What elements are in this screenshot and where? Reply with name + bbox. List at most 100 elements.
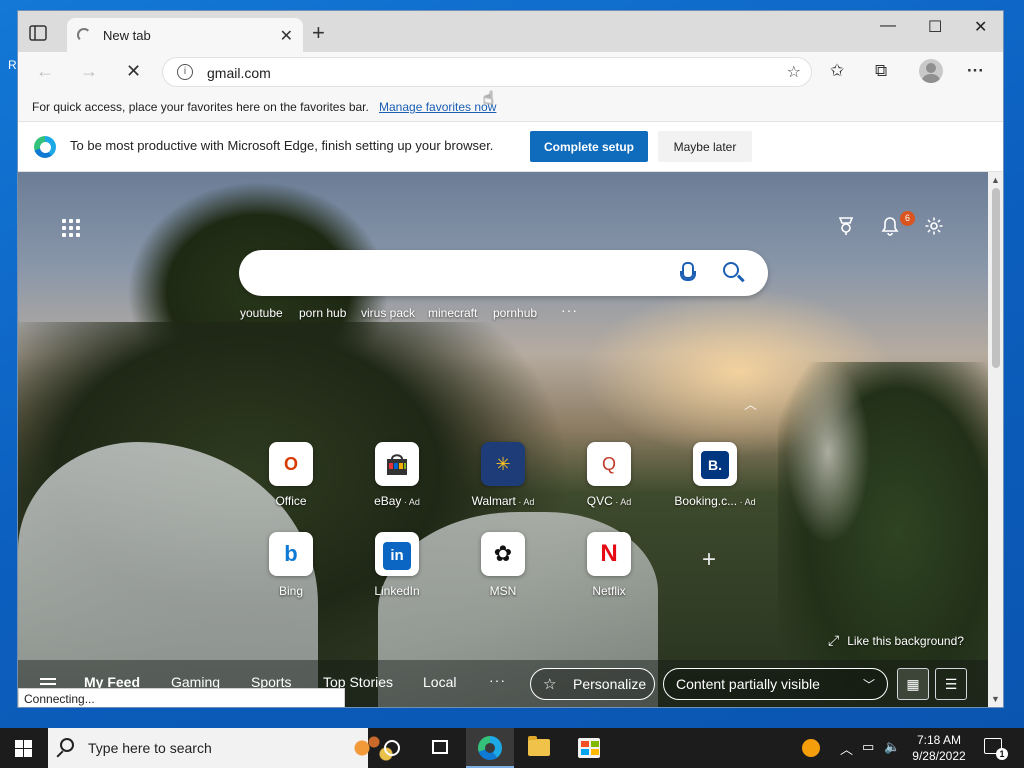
address-bar: ← → ✕ i gmail.com ☆ ✩ ⧉ ··· xyxy=(18,52,1003,92)
chevron-down-icon: ﹀ xyxy=(862,678,875,692)
tab-close-icon[interactable]: ✕ xyxy=(280,26,293,46)
task-view-icon[interactable] xyxy=(432,740,448,754)
tile-label: LinkedIn xyxy=(374,584,420,598)
rewards-icon[interactable] xyxy=(836,216,856,242)
collections-icon[interactable]: ⧉ xyxy=(875,61,887,81)
tab-bar: New tab ✕ + — ☐ ✕ xyxy=(18,11,1003,52)
quick-tile-msn[interactable]: ✿ MSN xyxy=(448,532,558,612)
complete-setup-button[interactable]: Complete setup xyxy=(530,131,648,162)
expand-icon: ⤢ xyxy=(828,632,840,648)
volume-icon[interactable]: 🔈 xyxy=(884,739,900,755)
tray-app-icon[interactable] xyxy=(802,739,820,757)
tile-label: Netflix xyxy=(592,584,626,598)
taskbar-edge-button[interactable] xyxy=(466,728,514,768)
quick-link[interactable]: youtube xyxy=(240,306,283,320)
clock-time: 7:18 AM xyxy=(916,733,962,747)
walmart-icon: ✳ xyxy=(481,442,525,486)
quick-link[interactable]: porn hub xyxy=(299,306,346,320)
tab-title: New tab xyxy=(103,28,151,43)
maximize-button[interactable]: ☐ xyxy=(928,17,942,37)
new-tab-page: 6 youtube porn hub virus pack minecraft … xyxy=(18,172,988,707)
tile-label: Walmart · Ad xyxy=(471,494,535,508)
close-window-button[interactable]: ✕ xyxy=(974,17,987,37)
booking-icon: B. xyxy=(693,442,737,486)
vertical-scrollbar[interactable]: ▲ ▼ xyxy=(988,172,1003,707)
quick-tile-ebay[interactable]: eBay · Ad xyxy=(342,442,452,522)
quick-tile-walmart[interactable]: ✳ Walmart · Ad xyxy=(448,442,558,522)
new-tab-button[interactable]: + xyxy=(312,20,325,46)
tab-actions-icon[interactable] xyxy=(28,23,48,43)
linkedin-icon: in xyxy=(375,532,419,576)
search-icon[interactable] xyxy=(723,262,739,278)
url-input[interactable]: i gmail.com ☆ xyxy=(162,57,812,87)
back-button[interactable]: ← xyxy=(36,61,54,82)
setup-message: To be most productive with Microsoft Edg… xyxy=(70,138,494,153)
hand-cursor-icon: ☝ xyxy=(483,88,494,108)
personalize-star-icon: ☆ xyxy=(543,676,557,693)
feed-more-icon[interactable]: ··· xyxy=(489,672,506,688)
favorites-bar: For quick access, place your favorites h… xyxy=(18,92,1003,122)
maybe-later-button[interactable]: Maybe later xyxy=(658,131,752,162)
add-favorite-icon[interactable]: ☆ xyxy=(787,62,801,82)
tile-label: eBay · Ad xyxy=(374,494,420,508)
bing-icon: b xyxy=(269,532,313,576)
grid-view-button[interactable]: ▦ xyxy=(897,668,929,700)
edge-taskbar-icon xyxy=(478,736,502,760)
content-visibility-dropdown[interactable]: Content partially visible ﹀ xyxy=(663,668,888,700)
voice-search-mic-icon[interactable] xyxy=(680,262,696,284)
quick-tile-bing[interactable]: b Bing xyxy=(236,532,346,612)
quick-tile-office[interactable]: O Office xyxy=(236,442,346,522)
stop-loading-button[interactable]: ✕ xyxy=(126,61,141,82)
cortana-icon[interactable] xyxy=(384,740,400,756)
quick-tile-linkedin[interactable]: in LinkedIn xyxy=(342,532,452,612)
show-hidden-icons-chevron-icon[interactable]: ︿ xyxy=(840,739,853,758)
forward-button[interactable]: → xyxy=(80,61,98,82)
favorites-bar-message: For quick access, place your favorites h… xyxy=(32,100,369,114)
setup-banner: To be most productive with Microsoft Edg… xyxy=(18,122,1003,172)
taskbar-search-box[interactable]: Type here to search xyxy=(48,728,406,768)
profile-avatar[interactable] xyxy=(919,59,943,83)
like-background-button[interactable]: ⤢ Like this background? xyxy=(828,632,964,649)
quick-link[interactable]: minecraft xyxy=(428,306,477,320)
minimize-button[interactable]: — xyxy=(880,17,896,35)
taskbar: Type here to search ︿ ▭ 🔈 7:18 AM 9/28/2… xyxy=(0,728,1024,768)
site-info-icon[interactable]: i xyxy=(177,64,193,80)
action-center-badge: 1 xyxy=(996,748,1008,760)
web-search-box[interactable] xyxy=(239,250,768,296)
personalize-button[interactable]: ☆ Personalize xyxy=(530,668,655,700)
quick-tile-booking[interactable]: B. Booking.c... · Ad xyxy=(660,442,770,522)
quick-links-more-icon[interactable]: ··· xyxy=(561,302,578,318)
network-icon[interactable]: ▭ xyxy=(862,739,874,755)
quick-link[interactable]: pornhub xyxy=(493,306,537,320)
manage-favorites-link[interactable]: Manage favorites now xyxy=(379,100,496,114)
scrollbar-thumb[interactable] xyxy=(992,188,1000,368)
quick-link[interactable]: virus pack xyxy=(361,306,415,320)
loading-spinner-icon xyxy=(77,28,91,42)
favorites-icon[interactable]: ✩ xyxy=(830,61,844,81)
microsoft-store-icon[interactable] xyxy=(578,738,600,758)
page-settings-gear-icon[interactable] xyxy=(924,216,944,242)
msn-icon: ✿ xyxy=(481,532,525,576)
add-site-button[interactable]: + xyxy=(702,546,716,574)
scroll-down-arrow-icon[interactable]: ▼ xyxy=(991,694,1000,704)
notifications-bell-icon[interactable] xyxy=(880,216,900,242)
content-visibility-label: Content partially visible xyxy=(676,676,820,692)
file-explorer-icon[interactable] xyxy=(528,736,550,756)
tab-local[interactable]: Local xyxy=(423,674,456,690)
scroll-up-arrow-icon[interactable]: ▲ xyxy=(991,175,1000,185)
app-launcher-icon[interactable] xyxy=(62,219,80,237)
tile-label: MSN xyxy=(489,584,517,598)
background-mist xyxy=(768,322,888,582)
chevron-up-icon[interactable]: ︿ xyxy=(744,394,757,413)
start-windows-icon[interactable] xyxy=(15,740,32,757)
settings-more-icon[interactable]: ··· xyxy=(967,61,984,81)
quick-tile-netflix[interactable]: N Netflix xyxy=(554,532,664,612)
quick-tile-qvc[interactable]: Q QVC · Ad xyxy=(554,442,664,522)
tab-new-tab[interactable]: New tab ✕ xyxy=(67,18,303,52)
tile-label: Office xyxy=(275,494,307,508)
list-view-button[interactable]: ☰ xyxy=(935,668,967,700)
clock-date: 9/28/2022 xyxy=(912,749,966,763)
system-clock[interactable]: 7:18 AM 9/28/2022 xyxy=(906,732,972,764)
tile-label: QVC · Ad xyxy=(586,494,632,508)
netflix-icon: N xyxy=(587,532,631,576)
